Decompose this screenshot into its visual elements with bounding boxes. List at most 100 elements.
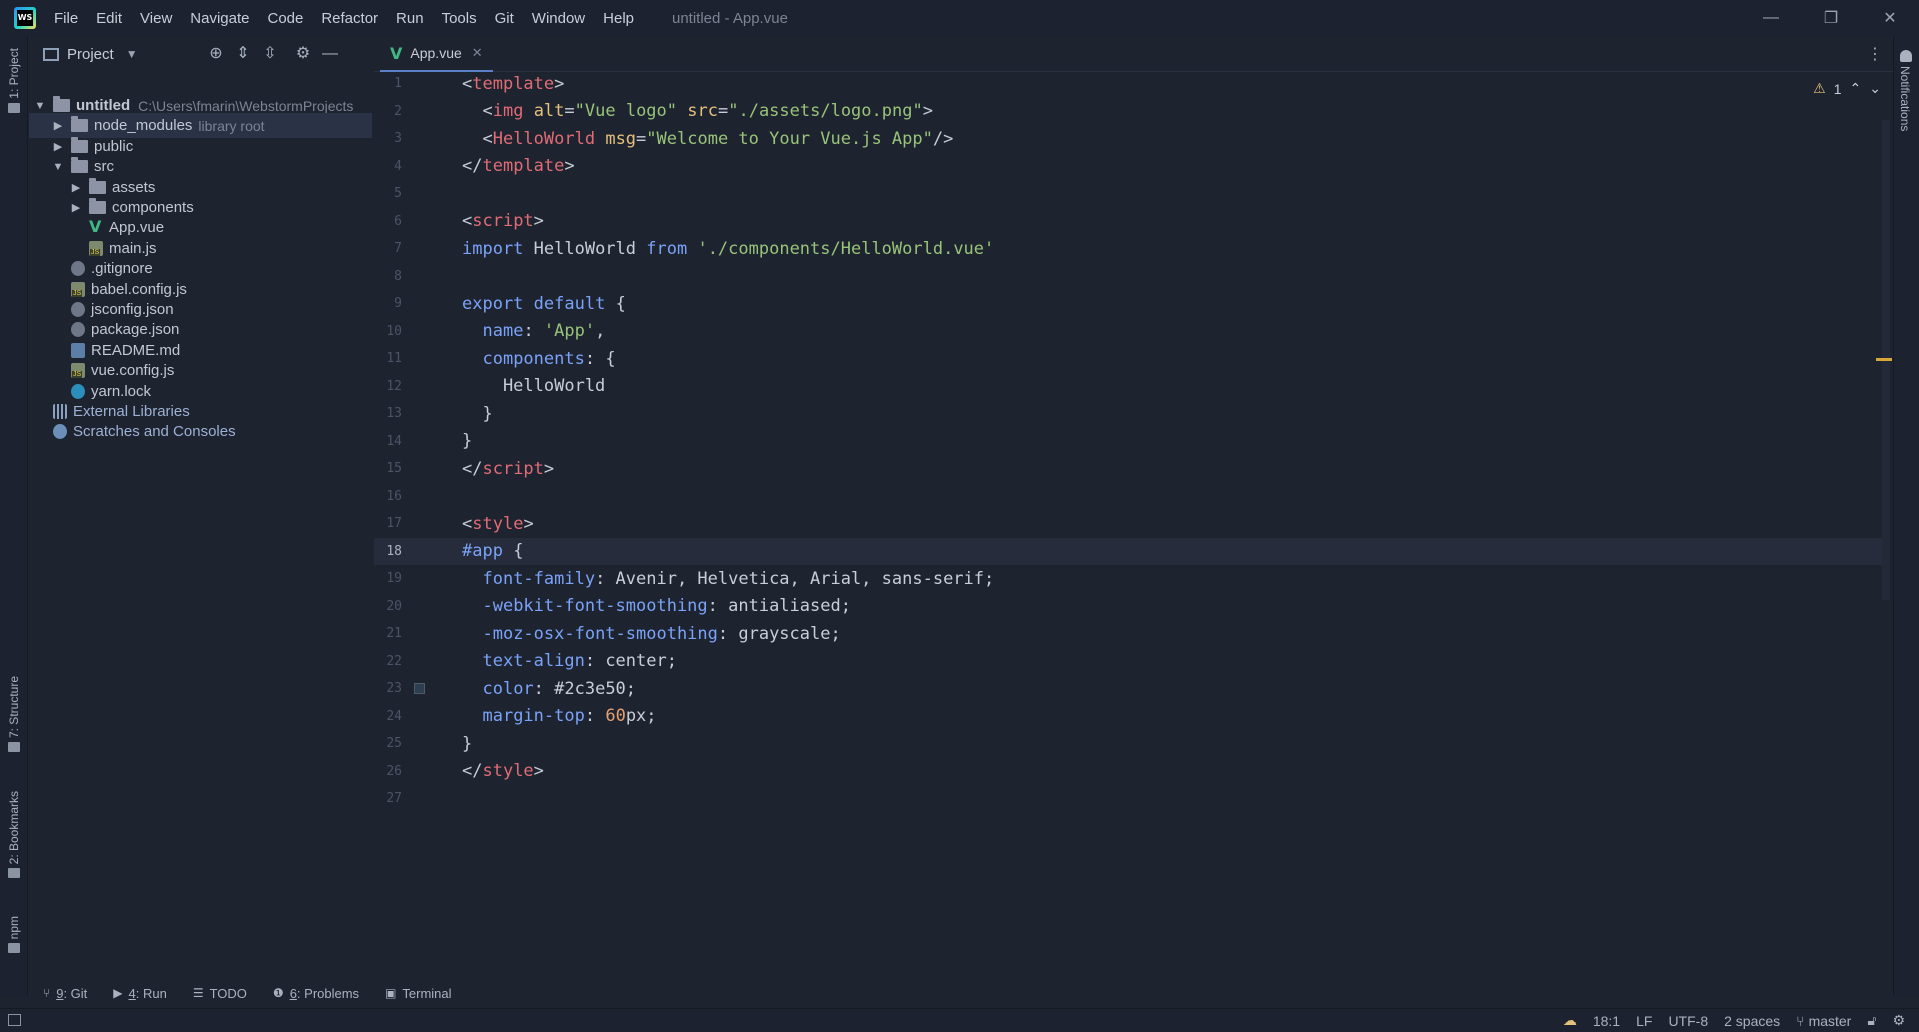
inspections-widget[interactable]: ⚠ 1 ⌃ ⌄ [1813, 80, 1881, 97]
line-number[interactable]: 10 [374, 324, 402, 339]
bell-icon[interactable] [1900, 50, 1912, 62]
line-number[interactable]: 8 [374, 269, 402, 284]
line-number[interactable]: 18 [374, 544, 402, 559]
line-number[interactable]: 23 [374, 681, 402, 696]
menu-refactor[interactable]: Refactor [321, 10, 378, 27]
code-line[interactable]: 1 <template> [374, 70, 1886, 97]
code-line[interactable]: 2 <img alt="Vue logo" src="./assets/logo… [374, 98, 1886, 125]
menu-help[interactable]: Help [603, 10, 634, 27]
chevron-right-icon[interactable]: ▶ [69, 181, 83, 194]
tool-window-git[interactable]: ⑂ 9: Git [43, 986, 87, 1001]
notifications-tab[interactable]: Notifications [1898, 66, 1912, 131]
line-number[interactable]: 26 [374, 764, 402, 779]
code-line[interactable]: 23 color: #2c3e50; [374, 675, 1886, 702]
line-number[interactable]: 11 [374, 351, 402, 366]
gear-icon[interactable]: ⚙ [292, 44, 314, 64]
line-number[interactable]: 2 [374, 104, 402, 119]
chevron-right-icon[interactable]: ▶ [51, 140, 65, 153]
color-swatch-icon[interactable] [414, 683, 425, 694]
line-number[interactable]: 6 [374, 214, 402, 229]
line-number[interactable]: 22 [374, 654, 402, 669]
gear-icon[interactable]: ⚙ [1892, 1012, 1905, 1029]
tool-window-run[interactable]: ▶ 4: Run [113, 986, 167, 1001]
project-view-selector[interactable]: Project [67, 46, 114, 63]
line-number[interactable]: 20 [374, 599, 402, 614]
restore-button[interactable]: ❐ [1802, 0, 1860, 36]
menu-file[interactable]: File [54, 10, 78, 27]
code-line[interactable]: 9 export default { [374, 290, 1886, 317]
updates-icon[interactable]: ☁ [1563, 1012, 1577, 1029]
code-line[interactable]: 10 name: 'App', [374, 318, 1886, 345]
menu-code[interactable]: Code [267, 10, 303, 27]
line-number[interactable]: 21 [374, 626, 402, 641]
code-line[interactable]: 3 <HelloWorld msg="Welcome to Your Vue.j… [374, 125, 1886, 152]
code-line[interactable]: 27 [374, 785, 1886, 812]
tool-window-terminal[interactable]: ▣ Terminal [385, 986, 451, 1001]
line-number[interactable]: 25 [374, 736, 402, 751]
close-window-button[interactable]: ✕ [1861, 0, 1919, 36]
line-number[interactable]: 17 [374, 516, 402, 531]
line-number[interactable]: 19 [374, 571, 402, 586]
code-editor[interactable]: 1 <template> 2 <img alt="Vue logo" src="./… [374, 72, 1886, 977]
lock-icon[interactable]: 🔓︎ [1867, 1012, 1876, 1029]
close-icon[interactable]: ✕ [472, 45, 483, 61]
tab-app-vue[interactable]: V App.vue ✕ [380, 36, 493, 72]
more-options-icon[interactable]: ⋮ [1867, 44, 1883, 64]
chevron-up-icon[interactable]: ⌃ [1850, 80, 1862, 97]
line-number[interactable]: 7 [374, 241, 402, 256]
line-number[interactable]: 5 [374, 186, 402, 201]
line-number[interactable]: 1 [374, 76, 402, 91]
git-branch[interactable]: ⑂ master [1796, 1013, 1851, 1029]
code-line[interactable]: 5 [374, 180, 1886, 207]
code-line[interactable]: 18 #app { [374, 537, 1886, 565]
menu-navigate[interactable]: Navigate [190, 10, 249, 27]
toggle-tool-windows-icon[interactable] [8, 1014, 21, 1026]
tool-tab-bookmarks[interactable]: 2: Bookmarks [0, 791, 28, 879]
chevron-right-icon[interactable]: ▶ [69, 201, 83, 214]
hide-panel-icon[interactable]: — [319, 44, 341, 64]
code-line[interactable]: 14} [374, 428, 1886, 455]
tool-tab-project[interactable]: 1: Project [0, 48, 28, 113]
chevron-down-icon[interactable]: ▼ [126, 47, 138, 61]
line-number[interactable]: 14 [374, 434, 402, 449]
line-number[interactable]: 3 [374, 131, 402, 146]
code-line[interactable]: 15 </script> [374, 455, 1886, 482]
minimize-button[interactable]: — [1742, 0, 1800, 36]
code-line[interactable]: 21 -moz-osx-font-smoothing: grayscale; [374, 620, 1886, 647]
tool-tab-structure[interactable]: 7: Structure [0, 676, 28, 753]
code-line[interactable]: 25} [374, 730, 1886, 757]
code-line[interactable]: 4 </template> [374, 153, 1886, 180]
line-number[interactable]: 13 [374, 406, 402, 421]
menu-git[interactable]: Git [495, 10, 514, 27]
code-line[interactable]: 12 HelloWorld [374, 373, 1886, 400]
chevron-down-icon[interactable]: ▼ [51, 161, 65, 173]
code-line[interactable]: 7 import HelloWorld from './components/He… [374, 235, 1886, 262]
expand-all-icon[interactable]: ⇕ [232, 44, 254, 64]
tool-tab-npm[interactable]: npm [0, 916, 28, 954]
tool-window-problems[interactable]: ❶6: Problems [273, 986, 359, 1001]
line-number[interactable]: 16 [374, 489, 402, 504]
chevron-down-icon[interactable]: ⌄ [1869, 80, 1881, 97]
code-line[interactable]: 22 text-align: center; [374, 648, 1886, 675]
collapse-all-icon[interactable]: ⇳ [259, 44, 281, 64]
code-line[interactable]: 24 margin-top: 60px; [374, 703, 1886, 730]
code-line[interactable]: 8 [374, 263, 1886, 290]
code-line[interactable]: 16 [374, 483, 1886, 510]
line-number[interactable]: 9 [374, 296, 402, 311]
code-line[interactable]: 17 <style> [374, 510, 1886, 537]
tool-window-todo[interactable]: ☰ TODO [193, 986, 247, 1001]
menu-window[interactable]: Window [532, 10, 585, 27]
menu-edit[interactable]: Edit [96, 10, 122, 27]
line-number[interactable]: 24 [374, 709, 402, 724]
line-number[interactable]: 15 [374, 461, 402, 476]
webstorm-logo-icon[interactable] [14, 7, 36, 29]
code-line[interactable]: 20 -webkit-font-smoothing: antialiased; [374, 593, 1886, 620]
tree-item[interactable]: Scratches and Consoles [29, 419, 372, 444]
line-separator[interactable]: LF [1636, 1013, 1652, 1029]
file-encoding[interactable]: UTF-8 [1668, 1013, 1708, 1029]
code-line[interactable]: 11 components: { [374, 345, 1886, 372]
chevron-right-icon[interactable]: ▶ [51, 119, 65, 132]
line-number[interactable]: 12 [374, 379, 402, 394]
warning-marker[interactable] [1876, 358, 1892, 361]
locate-file-icon[interactable]: ⊕ [205, 44, 227, 64]
